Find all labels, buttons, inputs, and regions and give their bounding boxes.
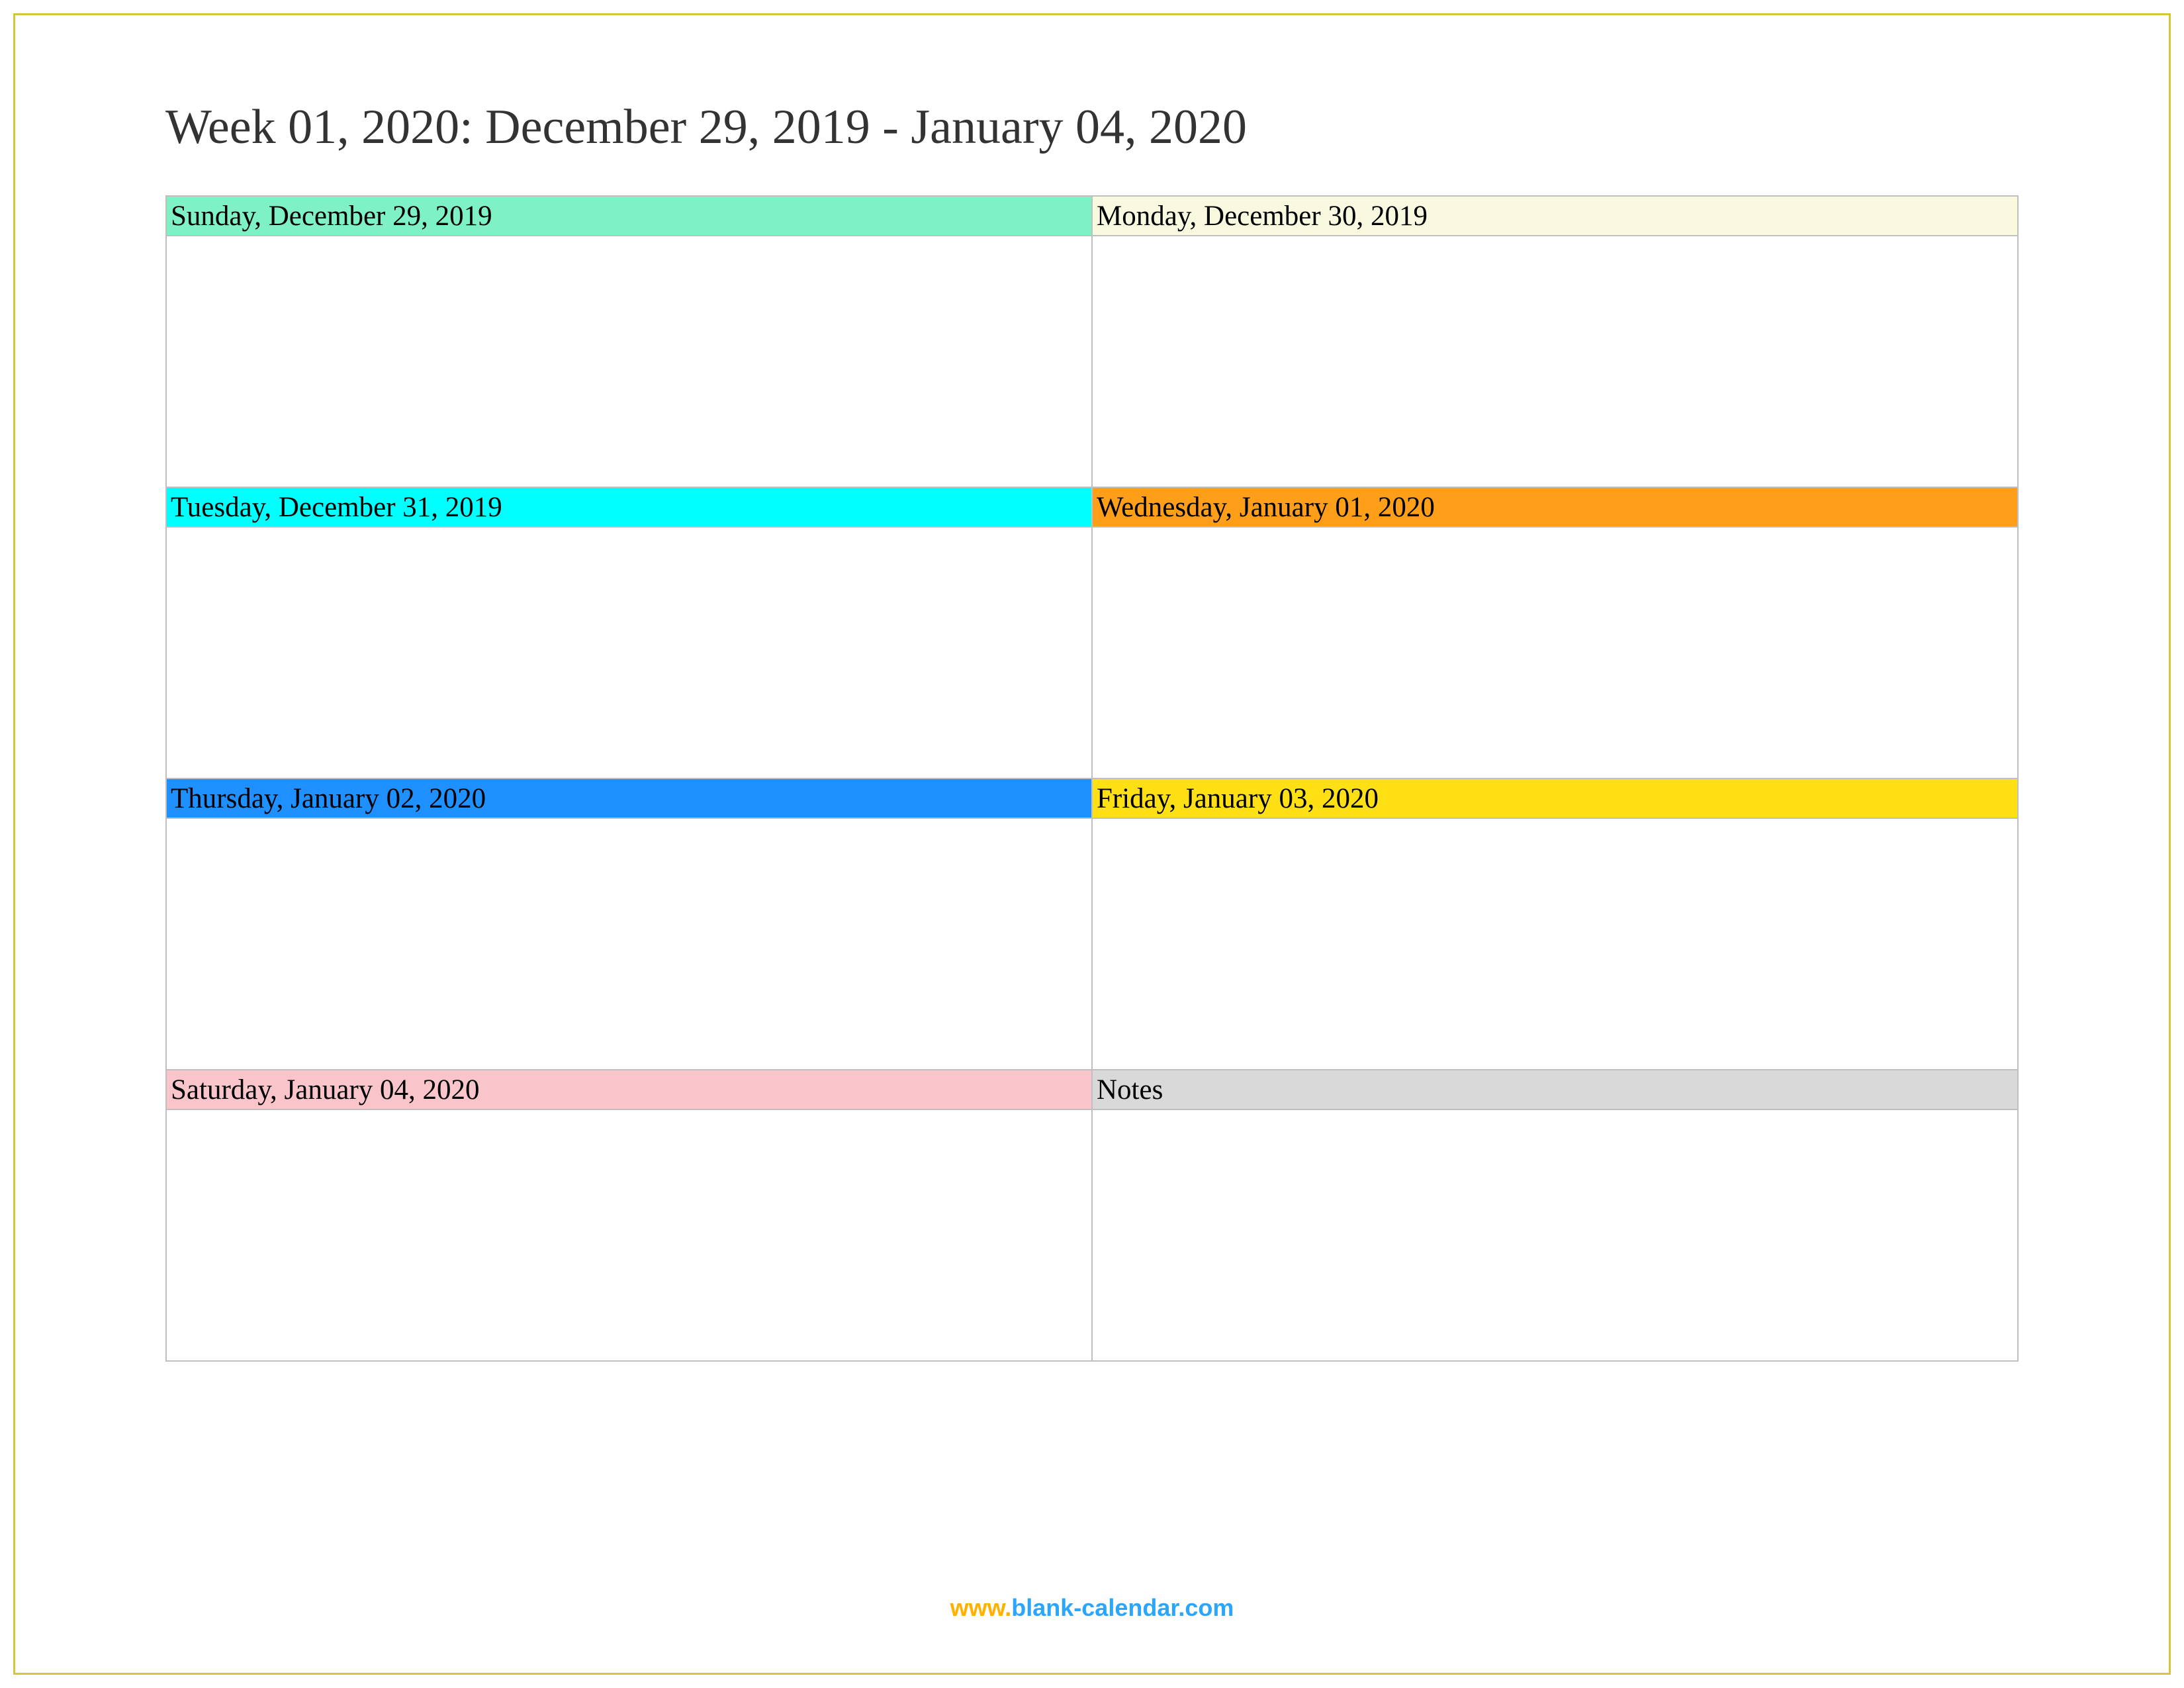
calendar-table: Sunday, December 29, 2019 Monday, Decemb… (165, 195, 2019, 1362)
day-header-tuesday: Tuesday, December 31, 2019 (166, 487, 1092, 527)
day-body-friday[interactable] (1092, 818, 2018, 1070)
day-header-sunday: Sunday, December 29, 2019 (166, 196, 1092, 236)
footer-www: www. (950, 1594, 1012, 1621)
footer-link[interactable]: www.blank-calendar.com (0, 1594, 2184, 1622)
day-header-monday: Monday, December 30, 2019 (1092, 196, 2018, 236)
calendar-content: Week 01, 2020: December 29, 2019 - Janua… (165, 99, 2019, 1362)
day-body-wednesday[interactable] (1092, 527, 2018, 778)
day-body-saturday[interactable] (166, 1109, 1092, 1361)
page-title: Week 01, 2020: December 29, 2019 - Janua… (165, 99, 2019, 156)
day-header-thursday: Thursday, January 02, 2020 (166, 778, 1092, 818)
day-body-tuesday[interactable] (166, 527, 1092, 778)
day-body-thursday[interactable] (166, 818, 1092, 1070)
day-header-notes: Notes (1092, 1070, 2018, 1109)
day-body-monday[interactable] (1092, 236, 2018, 487)
day-body-sunday[interactable] (166, 236, 1092, 487)
day-header-saturday: Saturday, January 04, 2020 (166, 1070, 1092, 1109)
footer-domain: blank-calendar.com (1011, 1594, 1234, 1621)
day-header-wednesday: Wednesday, January 01, 2020 (1092, 487, 2018, 527)
day-header-friday: Friday, January 03, 2020 (1092, 778, 2018, 818)
day-body-notes[interactable] (1092, 1109, 2018, 1361)
